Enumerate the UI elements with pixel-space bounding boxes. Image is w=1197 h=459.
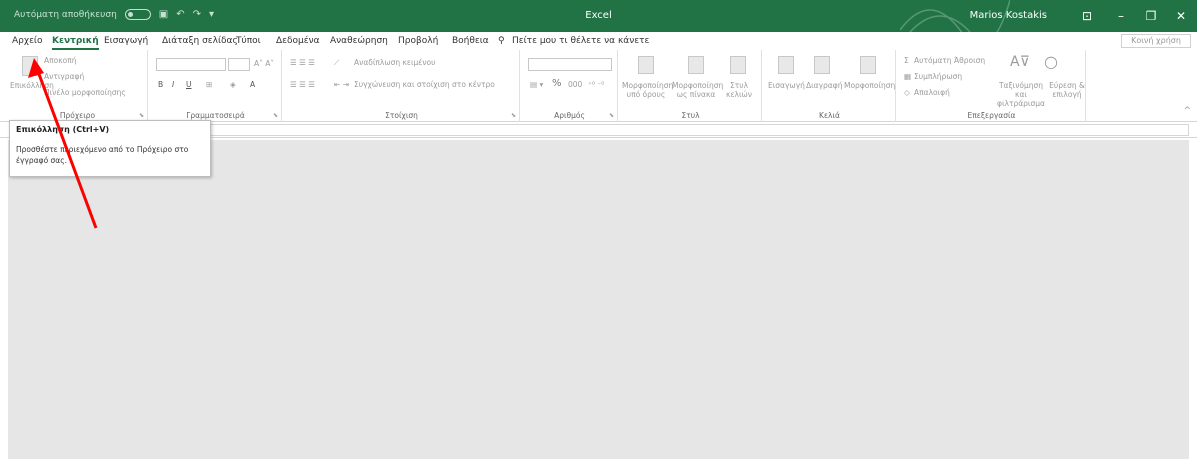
accounting-format-icon[interactable]: ▤ ▾ xyxy=(530,80,543,89)
top-align-icon[interactable]: ☰ ☰ ☰ xyxy=(290,58,315,67)
formula-input[interactable] xyxy=(200,124,1189,136)
tell-me-box[interactable]: Πείτε μου τι θέλετε να κάνετε xyxy=(512,36,649,46)
tab-view[interactable]: Προβολή xyxy=(398,36,438,46)
font-group: A˄ A˅ B I U ⊞ ◈ A Γραμματοσειρά ⬊ xyxy=(150,50,282,122)
number-format-box[interactable] xyxy=(528,58,612,71)
bold-icon[interactable]: B xyxy=(158,80,163,89)
fill-color-icon[interactable]: ◈ xyxy=(230,80,236,89)
number-group-label: Αριθμός xyxy=(554,111,585,120)
tab-review[interactable]: Αναθεώρηση xyxy=(330,36,388,46)
clipboard-group: Επικόλληση Αποκοπή Αντιγραφή Πινέλο μορφ… xyxy=(8,50,148,122)
clear-button[interactable]: Απαλοιφή xyxy=(914,88,950,97)
alignment-launcher-icon[interactable]: ⬊ xyxy=(511,112,516,119)
styles-group: Μορφοποίηση υπό όρους Μορφοποίηση ως πίν… xyxy=(620,50,762,122)
styles-group-label: Στυλ xyxy=(681,111,700,120)
cell-styles-button[interactable]: Στυλ κελιών xyxy=(724,81,754,99)
merge-center-button[interactable]: Συγχώνευση και στοίχιση στο κέντρο xyxy=(354,80,495,89)
insert-cells-button[interactable]: Εισαγωγή xyxy=(768,81,805,90)
tab-home[interactable]: Κεντρική xyxy=(52,36,99,50)
ribbon-tabs: Αρχείο Κεντρική Εισαγωγή Διάταξη σελίδας… xyxy=(0,32,1197,50)
sort-filter-button[interactable]: Ταξινόμηση και φιλτράρισμα xyxy=(992,81,1050,108)
grow-font-icon[interactable]: A˄ A˅ xyxy=(254,59,274,68)
format-painter-button[interactable]: Πινέλο μορφοποίησης xyxy=(44,88,126,97)
left-align-icon[interactable]: ☰ ☰ ☰ xyxy=(290,80,315,89)
percent-icon[interactable]: % xyxy=(552,78,562,89)
format-cells-button[interactable]: Μορφοποίηση xyxy=(844,81,895,90)
delete-cells-button[interactable]: Διαγραφή xyxy=(806,81,842,90)
cells-group: Εισαγωγή Διαγραφή Μορφοποίηση Κελιά xyxy=(764,50,896,122)
decimal-icon[interactable]: ⁺⁰ ⁻⁰ xyxy=(588,80,604,89)
cell-styles-icon[interactable] xyxy=(730,56,746,74)
delete-cells-icon[interactable] xyxy=(814,56,830,74)
copy-button[interactable]: Αντιγραφή xyxy=(44,72,84,81)
editing-group-label: Επεξεργασία xyxy=(967,111,1016,120)
tooltip-body: Προσθέστε περιεχόμενο από το Πρόχειρο στ… xyxy=(16,145,189,165)
autosum-icon[interactable]: Σ xyxy=(904,56,909,65)
insert-cells-icon[interactable] xyxy=(778,56,794,74)
tab-formulas[interactable]: Τύποι xyxy=(236,36,261,46)
clipboard-group-label: Πρόχειρο xyxy=(59,111,96,120)
share-button[interactable]: Κοινή χρήση xyxy=(1121,34,1191,48)
italic-icon[interactable]: I xyxy=(172,80,174,89)
tab-data[interactable]: Δεδομένα xyxy=(276,36,320,46)
workspace-area xyxy=(8,140,1189,459)
restore-icon[interactable]: ❐ xyxy=(1137,6,1165,26)
paste-tooltip: Επικόλληση (Ctrl+V) Προσθέστε περιεχόμεν… xyxy=(9,120,211,177)
orientation-icon[interactable]: ⟋ xyxy=(334,58,339,68)
alignment-group-label: Στοίχιση xyxy=(385,111,418,120)
sort-filter-icon[interactable]: A⊽ xyxy=(1010,54,1030,70)
alignment-group: ☰ ☰ ☰ ⟋ Αναδίπλωση κειμένου ☰ ☰ ☰ ⇤ ⇥ Συ… xyxy=(284,50,520,122)
paste-icon[interactable] xyxy=(22,56,38,76)
collapse-ribbon-icon[interactable]: ^ xyxy=(1183,106,1191,116)
cut-button[interactable]: Αποκοπή xyxy=(44,56,77,65)
tab-page-layout[interactable]: Διάταξη σελίδας xyxy=(162,36,238,46)
font-color-icon[interactable]: A xyxy=(250,80,255,89)
find-select-icon[interactable]: ○ xyxy=(1044,52,1058,71)
font-name-box[interactable] xyxy=(156,58,226,71)
font-launcher-icon[interactable]: ⬊ xyxy=(273,112,278,119)
tab-file[interactable]: Αρχείο xyxy=(12,36,43,46)
font-size-box[interactable] xyxy=(228,58,250,71)
close-icon[interactable]: ✕ xyxy=(1167,6,1195,26)
number-group: ▤ ▾ % 000 ⁺⁰ ⁻⁰ Αριθμός ⬊ xyxy=(522,50,618,122)
ribbon-display-options-icon[interactable]: ⊡ xyxy=(1073,6,1101,26)
format-cells-icon[interactable] xyxy=(860,56,876,74)
editing-group: Σ Αυτόματη Άθροιση ▦ Συμπλήρωση ◇ Απαλοι… xyxy=(898,50,1086,122)
clear-icon[interactable]: ◇ xyxy=(904,88,910,97)
clipboard-launcher-icon[interactable]: ⬊ xyxy=(139,112,144,119)
font-group-label: Γραμματοσειρά xyxy=(186,111,245,120)
cells-group-label: Κελιά xyxy=(819,111,840,120)
underline-icon[interactable]: U xyxy=(186,80,192,89)
number-launcher-icon[interactable]: ⬊ xyxy=(609,112,614,119)
title-bar: Αυτόματη αποθήκευση ▣ ↶ ↷ ▾ Excel Marios… xyxy=(0,0,1197,32)
format-as-table-icon[interactable] xyxy=(688,56,704,74)
fill-button[interactable]: Συμπλήρωση xyxy=(914,72,962,81)
tab-help[interactable]: Βοήθεια xyxy=(452,36,489,46)
tooltip-title: Επικόλληση (Ctrl+V) xyxy=(16,125,110,134)
search-icon[interactable]: ⚲ xyxy=(498,36,505,46)
comma-style-icon[interactable]: 000 xyxy=(568,80,582,89)
find-select-button[interactable]: Εύρεση & επιλογή xyxy=(1048,81,1086,99)
conditional-formatting-button[interactable]: Μορφοποίηση υπό όρους xyxy=(622,81,673,99)
fill-icon[interactable]: ▦ xyxy=(904,72,911,81)
tab-insert[interactable]: Εισαγωγή xyxy=(104,36,148,46)
minimize-icon[interactable]: – xyxy=(1107,6,1135,26)
wrap-text-button[interactable]: Αναδίπλωση κειμένου xyxy=(354,58,435,67)
borders-icon[interactable]: ⊞ xyxy=(206,80,212,89)
user-name[interactable]: Marios Kostakis xyxy=(970,10,1047,21)
ribbon: Επικόλληση Αποκοπή Αντιγραφή Πινέλο μορφ… xyxy=(0,50,1197,122)
format-as-table-button[interactable]: Μορφοποίηση ως πίνακα xyxy=(672,81,723,99)
conditional-formatting-icon[interactable] xyxy=(638,56,654,74)
indent-icon[interactable]: ⇤ ⇥ xyxy=(334,80,349,89)
autosum-button[interactable]: Αυτόματη Άθροιση xyxy=(914,56,985,65)
